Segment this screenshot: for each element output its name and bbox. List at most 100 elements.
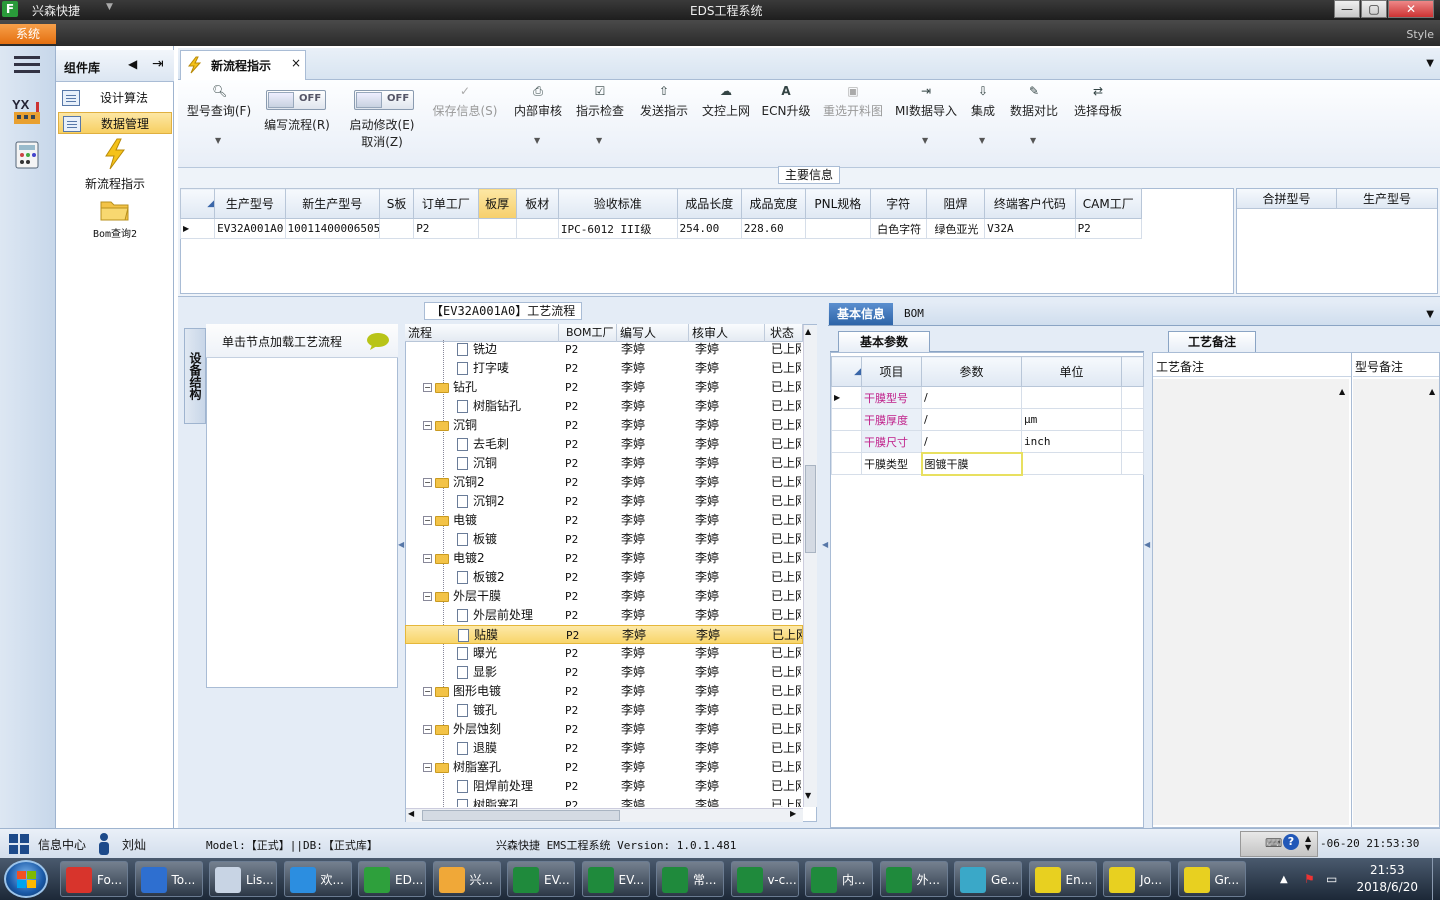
select-motherboard-button[interactable]: ⇄ 选择母板 — [1068, 84, 1128, 119]
reselect-cutting-map-button[interactable]: ▣ 重选开料图 — [818, 84, 888, 119]
tree-row[interactable]: 板镀 P2 李婷 李婷 已上网 — [405, 530, 803, 549]
doc-control-online-button[interactable]: ☁ 文控上网 — [698, 84, 754, 119]
taskbar-item[interactable]: 外... — [879, 861, 948, 897]
column-header[interactable]: 验收标准 — [557, 188, 678, 219]
tree-row[interactable]: 曝光 P2 李婷 李婷 已上网 — [405, 644, 803, 663]
column-header[interactable]: 项目 — [861, 356, 922, 387]
table-cell[interactable]: 10011400006505 — [284, 218, 381, 239]
tab-list-dropdown-icon[interactable]: ▼ — [1426, 58, 1434, 69]
tree-row[interactable]: 显影 P2 李婷 李婷 已上网 — [405, 663, 803, 682]
instruction-check-button[interactable]: ☑ 指示检查 — [572, 84, 628, 119]
collapse-icon[interactable]: − — [423, 592, 432, 601]
table-row[interactable]: 干膜类型 图镀干膜 — [831, 451, 1144, 476]
column-header[interactable]: CAM工厂 — [1074, 188, 1143, 219]
table-row[interactable]: ▶ EV32A001A0 10011400006505 P2 IPC-6012 … — [179, 218, 1143, 239]
splitter-arrow-icon[interactable]: ◀ — [822, 540, 828, 549]
tree-row[interactable]: 外层前处理 P2 李婷 李婷 已上网 — [405, 606, 803, 625]
column-header[interactable]: 新生产型号 — [284, 188, 381, 219]
column-header[interactable]: 板厚 — [477, 188, 517, 219]
new-flow-instruction-launcher[interactable]: 新流程指示 — [58, 138, 172, 192]
nav-item-design-algorithm[interactable]: 设计算法 — [58, 87, 172, 109]
collapse-icon[interactable]: − — [423, 554, 432, 563]
tree-row[interactable]: 镀孔 P2 李婷 李婷 已上网 — [405, 701, 803, 720]
collapse-icon[interactable]: − — [423, 725, 432, 734]
minimize-button[interactable]: — — [1334, 0, 1360, 18]
maximize-button[interactable]: ▢ — [1361, 0, 1387, 18]
taskbar-item[interactable]: Fo... — [60, 861, 128, 897]
param-value[interactable]: / — [921, 386, 1022, 409]
style-menu[interactable]: Style — [1406, 28, 1434, 41]
clock[interactable]: 21:53 2018/6/20 — [1356, 862, 1418, 896]
tree-row[interactable]: 树脂钻孔 P2 李婷 李婷 已上网 — [405, 397, 803, 416]
integrate-button[interactable]: ⇩ 集成 — [966, 84, 1000, 119]
calculator-icon[interactable] — [12, 140, 44, 172]
tree-row[interactable]: 退膜 P2 李婷 李婷 已上网 — [405, 739, 803, 758]
load-flow-hint-bar[interactable]: 单击节点加载工艺流程 — [206, 324, 398, 358]
table-cell[interactable]: P2 — [1074, 218, 1143, 239]
tree-row[interactable]: 板镀2 P2 李婷 李婷 已上网 — [405, 568, 803, 587]
tab-new-flow-instruction[interactable]: 新流程指示 × — [180, 50, 306, 80]
column-header[interactable]: 成品长度 — [676, 188, 742, 219]
table-cell[interactable] — [805, 218, 871, 239]
taskbar-item[interactable]: EV... — [507, 861, 575, 897]
tree-row[interactable]: − 沉铜2 P2 李婷 李婷 已上网 — [405, 473, 803, 492]
taskbar-item[interactable]: Gr... — [1177, 861, 1246, 897]
param-value[interactable]: / — [921, 408, 1022, 431]
taskbar-item[interactable]: Ge... — [954, 861, 1022, 897]
scrollbar-thumb[interactable] — [422, 810, 620, 821]
internal-review-button[interactable]: ⎙ 内部审核 — [510, 84, 566, 119]
ecn-upgrade-button[interactable]: A ECN升级 — [760, 84, 812, 119]
tab-close-icon[interactable]: × — [291, 56, 301, 70]
collapse-icon[interactable]: − — [423, 687, 432, 696]
tree-row[interactable]: 铣边 P2 李婷 李婷 已上网 — [405, 340, 803, 359]
network-icon[interactable]: ⚑ — [1304, 872, 1315, 886]
param-unit[interactable]: μm — [1021, 408, 1122, 431]
bom-query-launcher[interactable]: Bom查询2 — [58, 196, 172, 240]
column-header[interactable]: 板材 — [515, 188, 559, 219]
column-header[interactable]: 合拼型号 — [1237, 189, 1337, 209]
table-cell[interactable]: 绿色亚光 — [925, 218, 986, 239]
table-cell[interactable]: P2 — [413, 218, 479, 239]
collapse-icon[interactable]: − — [423, 383, 432, 392]
taskbar-item[interactable]: En... — [1028, 861, 1097, 897]
spinner-icon[interactable]: ▲ ▼ — [1305, 834, 1311, 852]
cancel-button[interactable]: 取消(Z) — [344, 133, 420, 150]
collapse-icon[interactable]: − — [423, 478, 432, 487]
system-tab[interactable]: 系统 — [0, 24, 56, 44]
scroll-up-icon[interactable]: ▲ — [1339, 387, 1345, 396]
param-unit[interactable] — [1021, 386, 1122, 409]
tree-row[interactable]: 树脂塞孔 P2 李婷 李婷 已上网 — [405, 796, 803, 807]
table-row[interactable]: ▶ 干膜型号 / — [831, 386, 1144, 409]
tray-expand-icon[interactable]: ▲ — [1280, 874, 1288, 885]
table-cell[interactable]: 228.60 — [740, 218, 807, 239]
table-cell[interactable]: IPC-6012 III级 — [557, 218, 678, 239]
keyboard-icon[interactable]: ⌨ — [1265, 836, 1282, 850]
show-desktop-button[interactable] — [1432, 858, 1440, 900]
collapse-left-icon[interactable]: ◀ — [128, 57, 137, 71]
column-header[interactable]: 成品宽度 — [740, 188, 807, 219]
param-unit[interactable] — [1021, 452, 1122, 475]
tree-row[interactable]: 去毛刺 P2 李婷 李婷 已上网 — [405, 435, 803, 454]
scrollbar-thumb[interactable] — [805, 465, 816, 553]
column-header[interactable]: 字符 — [869, 188, 927, 219]
table-cell[interactable]: 254.00 — [676, 218, 742, 239]
save-info-button[interactable]: ✓ 保存信息(S) — [428, 84, 502, 119]
column-header[interactable]: PNL规格 — [805, 188, 871, 219]
table-cell[interactable]: EV32A001A0 — [214, 218, 286, 239]
collapse-icon[interactable]: − — [423, 763, 432, 772]
tab-basic-params[interactable]: 基本参数 — [838, 331, 930, 353]
tree-row[interactable]: − 外层干膜 P2 李婷 李婷 已上网 — [405, 587, 803, 606]
side-tab-equipment-structure[interactable]: 设备结构 — [184, 328, 206, 424]
column-header[interactable]: 参数 — [921, 356, 1022, 387]
tab-basic-info[interactable]: 基本信息 — [829, 303, 893, 325]
tree-row[interactable]: − 电镀 P2 李婷 李婷 已上网 — [405, 511, 803, 530]
column-header[interactable]: S板 — [379, 188, 415, 219]
tree-row[interactable]: − 电镀2 P2 李婷 李婷 已上网 — [405, 549, 803, 568]
taskbar-item[interactable]: ED... — [358, 861, 426, 897]
tab-process-notes[interactable]: 工艺备注 — [1168, 331, 1256, 353]
chevron-down-icon[interactable]: ▼ — [922, 136, 928, 145]
splitter-arrow-icon[interactable]: ◀ — [1144, 540, 1150, 549]
taskbar-item[interactable]: Jo... — [1103, 861, 1171, 897]
start-button[interactable] — [4, 860, 48, 898]
process-note-input[interactable] — [1153, 379, 1349, 825]
